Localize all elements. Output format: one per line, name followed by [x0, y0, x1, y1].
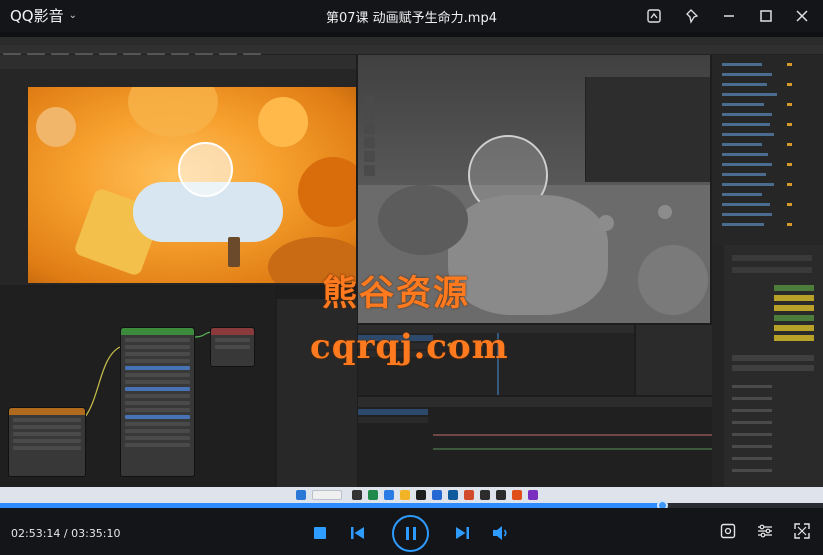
- time-separator: /: [60, 527, 72, 540]
- next-icon: [456, 527, 469, 539]
- total-time: 03:35:10: [71, 527, 121, 540]
- minimize-icon[interactable]: [716, 3, 742, 29]
- snapshot-button[interactable]: [719, 522, 737, 540]
- previous-button[interactable]: [350, 525, 366, 541]
- dopesheet-side-panel: [636, 325, 712, 395]
- watermark-url: cqrqj.com: [310, 327, 509, 367]
- next-button[interactable]: [454, 525, 470, 541]
- capture-icon[interactable]: [641, 3, 667, 29]
- title-bar: QQ影音 ⌄ 第07课 动画赋予生命力.mp4: [0, 0, 823, 32]
- previous-icon: [351, 527, 364, 539]
- shader-node-editor[interactable]: [0, 287, 275, 487]
- pause-button[interactable]: [392, 515, 429, 552]
- pin-icon[interactable]: [680, 3, 706, 29]
- app-menu-button[interactable]: QQ影音 ⌄: [10, 5, 77, 26]
- app-name: QQ影音: [10, 7, 64, 25]
- properties-panel: [712, 245, 823, 487]
- maximize-icon[interactable]: [753, 3, 779, 29]
- close-icon[interactable]: [789, 3, 815, 29]
- player-controls: 02:53:14 / 03:35:10: [0, 508, 823, 555]
- principled-bsdf-node[interactable]: [120, 327, 195, 477]
- video-frame[interactable]: 熊谷资源 cqrqj.com: [0, 37, 823, 487]
- blender-menu-strip: [0, 45, 823, 57]
- render-image: [28, 87, 356, 283]
- graph-editor[interactable]: [358, 397, 712, 487]
- material-output-node[interactable]: [210, 327, 255, 367]
- time-readout: 02:53:14 / 03:35:10: [11, 527, 121, 540]
- pause-icon: [405, 527, 409, 540]
- blender-title-strip: [0, 37, 823, 45]
- render-view: [0, 55, 356, 285]
- stop-icon: [313, 526, 326, 539]
- toolbar: [364, 95, 376, 179]
- fullscreen-button[interactable]: [793, 522, 811, 540]
- equalizer-button[interactable]: [756, 522, 774, 540]
- properties-side-panel: [585, 77, 710, 182]
- chevron-down-icon: ⌄: [68, 10, 78, 21]
- watermark-title: 熊谷资源: [322, 273, 471, 314]
- recorded-taskbar: [0, 487, 823, 503]
- equalizer-icon: [758, 524, 772, 538]
- image-texture-node[interactable]: [8, 407, 86, 477]
- outliner-panel: [712, 55, 823, 245]
- volume-button[interactable]: [492, 524, 510, 542]
- stop-button[interactable]: [313, 526, 326, 539]
- fullscreen-icon: [794, 523, 810, 539]
- volume-icon: [493, 526, 507, 540]
- snapshot-icon: [720, 523, 736, 539]
- current-time: 02:53:14: [11, 527, 61, 540]
- render-header: [0, 55, 356, 69]
